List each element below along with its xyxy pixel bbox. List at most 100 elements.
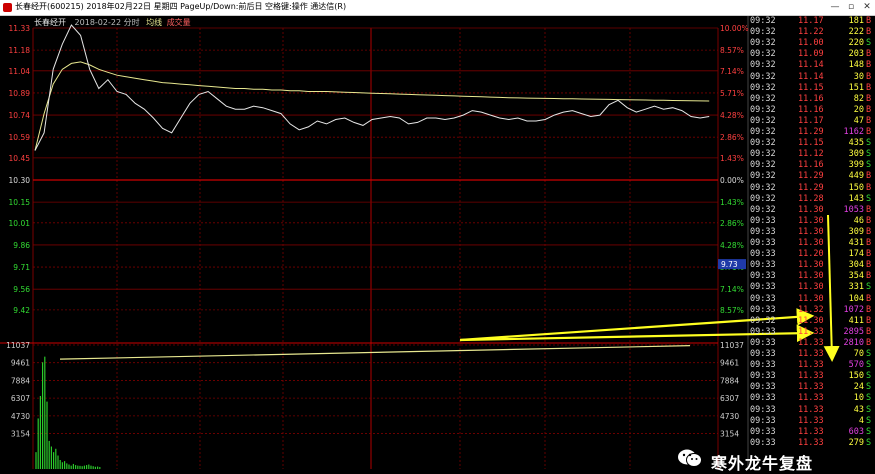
tick-price: 11.30 [798, 226, 824, 237]
tick-time: 09:33 [750, 226, 776, 237]
tick-row: 09:33 11.33 150 S [750, 371, 875, 382]
tick-volume: 203 [848, 49, 864, 60]
volume-trend-line [59, 345, 691, 360]
tick-side: S [866, 415, 872, 426]
tick-side: B [866, 204, 872, 215]
chart-header: 长春经开 2018-02-22 分时 均线 成交量 [34, 17, 191, 28]
tick-row: 09:32 11.30 411 B [750, 316, 875, 327]
tick-side: S [866, 349, 872, 359]
price-tick-label: 9.71 [13, 263, 30, 272]
tick-volume: 570 [848, 360, 864, 371]
percent-tick-label: 0.00% [720, 176, 744, 185]
tick-time: 09:33 [750, 326, 776, 337]
tick-row: 09:32 11.14 30 B [750, 72, 875, 83]
tick-time: 09:33 [750, 249, 776, 260]
tick-volume: 4 [858, 415, 864, 426]
percent-tick-label: 1.43% [720, 198, 744, 207]
tick-time: 09:32 [750, 182, 776, 193]
tick-row: 09:33 11.33 2895 B [750, 327, 875, 338]
price-tick-label: 11.18 [9, 46, 31, 55]
tick-list[interactable]: 09:32 11.17 181 B 09:32 11.22 222 B 09:32 11.00 22… [750, 16, 875, 469]
tick-volume: 46 [853, 215, 864, 226]
tick-side: S [866, 360, 872, 371]
tick-price: 11.30 [798, 271, 824, 282]
app-icon [3, 3, 12, 12]
tick-volume: 309 [848, 226, 864, 237]
tick-volume: 20 [853, 104, 864, 115]
percent-tick-label: 7.14% [720, 67, 744, 76]
price-tick-label: 11.04 [9, 67, 31, 76]
tick-row: 09:32 11.30 1053 B [750, 204, 875, 216]
tick-volume: 1072 [843, 304, 864, 315]
tick-price: 11.33 [798, 360, 824, 371]
tick-row: 09:33 11.32 1072 B [750, 304, 875, 316]
minimize-button[interactable]: — [829, 1, 841, 13]
window-title: 长春经开(600215) 2018年02月22日 星期四 PageUp/Down… [15, 2, 347, 11]
price-line [34, 24, 710, 151]
tick-volume: 220 [848, 38, 864, 49]
tick-time: 09:32 [750, 82, 776, 93]
tick-side: B [866, 104, 872, 115]
price-tick-label: 10.15 [9, 198, 31, 207]
tick-volume: 148 [848, 60, 864, 71]
tick-row: 09:33 11.30 331 S [750, 282, 875, 293]
percent-tick-label: 4.28% [720, 241, 744, 250]
intraday-chart[interactable]: 11.33 11.18 11.04 10.89 10.74 10.59 10.45 10.30… [0, 16, 875, 469]
tick-row: 09:32 11.29 1162 B [750, 127, 875, 138]
tick-time: 09:32 [750, 115, 776, 126]
watermark: 寒外龙牛复盘 [677, 448, 875, 473]
tick-side: S [866, 382, 872, 393]
price-tick-label: 10.30 [9, 176, 31, 185]
close-button[interactable]: ✕ [861, 1, 873, 13]
tick-price: 11.14 [798, 60, 824, 71]
tick-volume: 399 [848, 160, 864, 171]
avg-legend: 均线 [146, 18, 163, 27]
tick-price: 11.30 [798, 204, 824, 215]
tick-volume: 150 [848, 371, 864, 382]
tick-row: 09:32 11.00 220 S [750, 38, 875, 49]
percent-tick-label: 4.28% [720, 111, 744, 120]
tick-side: S [866, 371, 872, 382]
volume-tick-label-right: 11037 [720, 341, 744, 350]
tick-price: 11.16 [798, 93, 824, 104]
price-tick-label: 11.33 [9, 24, 31, 33]
tick-side: S [866, 393, 872, 404]
tick-volume: 143 [848, 193, 864, 204]
tick-price: 11.32 [798, 304, 824, 315]
volume-tick-label: 6307 [11, 394, 30, 403]
tick-time: 09:32 [750, 38, 776, 49]
tick-side: B [866, 260, 872, 271]
tick-time: 09:33 [750, 215, 776, 226]
price-tick-label: 10.74 [9, 111, 31, 120]
tick-row: 09:32 11.14 148 B [750, 60, 875, 71]
tick-side: S [866, 426, 872, 437]
stock-name: 长春经开 [34, 18, 66, 27]
tick-volume: 1053 [843, 204, 864, 215]
price-tick-label: 10.01 [9, 219, 31, 228]
tick-price: 11.30 [798, 260, 824, 271]
tick-time: 09:33 [750, 260, 776, 271]
chart-date: 2018-02-22 分时 [74, 18, 140, 27]
tick-time: 09:32 [750, 93, 776, 104]
tick-time: 09:33 [750, 360, 776, 371]
tick-side: B [866, 60, 872, 71]
tick-time: 09:32 [750, 315, 776, 326]
tick-row: 09:33 11.33 70 S [750, 349, 875, 360]
tick-time: 09:32 [750, 49, 776, 60]
maximize-button[interactable]: ▫ [845, 1, 857, 13]
tick-time: 09:33 [750, 282, 776, 293]
tick-side: B [866, 27, 872, 38]
tick-price: 11.33 [798, 382, 824, 393]
tick-volume: 70 [853, 349, 864, 359]
tick-side: B [866, 16, 872, 26]
chart-grid [0, 16, 749, 469]
tick-volume: 603 [848, 426, 864, 437]
price-tick-label: 9.42 [13, 306, 30, 315]
tick-side: B [866, 337, 872, 348]
percent-tick-label: 2.86% [720, 219, 744, 228]
tick-volume: 304 [848, 260, 864, 271]
tick-price: 11.15 [798, 82, 824, 93]
tick-side: S [866, 193, 872, 204]
tick-side: B [866, 182, 872, 193]
tick-price: 11.22 [798, 27, 824, 38]
